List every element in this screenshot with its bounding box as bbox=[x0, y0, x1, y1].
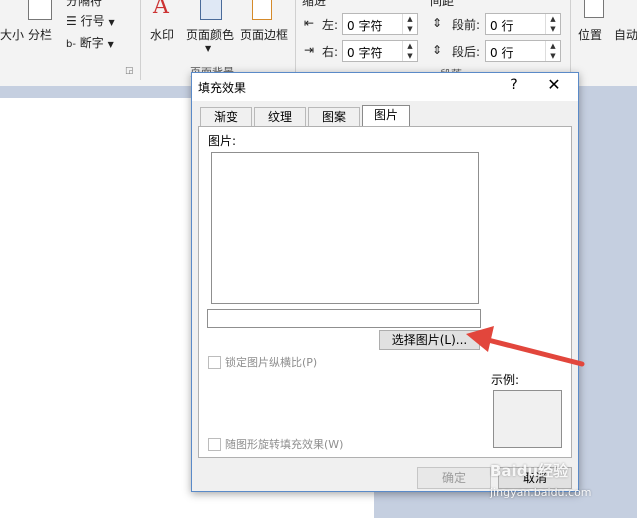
annotation-arrow-icon bbox=[466, 326, 585, 367]
arrow-head bbox=[466, 326, 494, 352]
baidu-watermark-brand: Baidu经验 bbox=[490, 462, 569, 480]
baidu-watermark-url: jingyan.baidu.com bbox=[490, 486, 592, 499]
arrow-shaft bbox=[485, 337, 585, 367]
